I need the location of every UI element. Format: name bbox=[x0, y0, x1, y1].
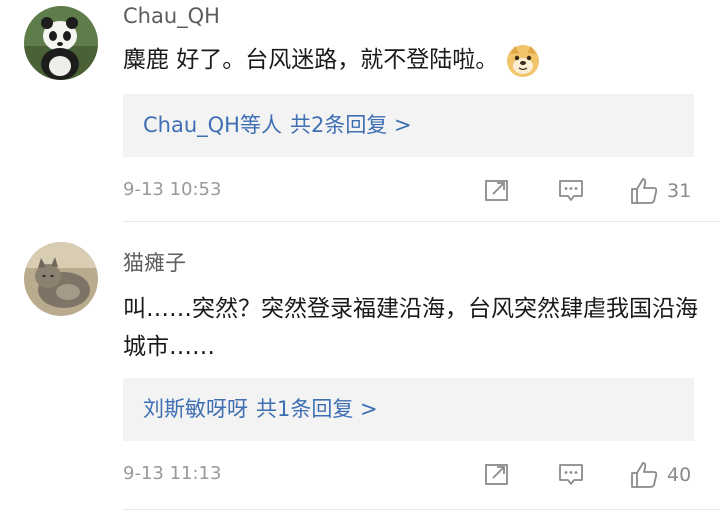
like-button[interactable]: 40 bbox=[629, 460, 691, 490]
comment-icon bbox=[559, 464, 583, 485]
thumbs-up-icon bbox=[631, 462, 658, 488]
reply-summary-link[interactable]: Chau_QH等人 共2条回复 > bbox=[123, 94, 694, 157]
comment-meta: 9-13 11:13 40 bbox=[123, 460, 700, 490]
like-count: 31 bbox=[667, 180, 692, 202]
share-icon bbox=[485, 180, 508, 201]
comment-text: 叫……突然？突然登录福建沿海，台风突然肆虐我国沿海城市…… bbox=[123, 296, 698, 360]
share-button[interactable] bbox=[483, 176, 511, 204]
reply-summary-link[interactable]: 刘斯敏呀呀 共1条回复 > bbox=[123, 378, 694, 441]
reply-users: 刘斯敏呀呀 bbox=[143, 397, 248, 421]
doge-emoji-icon bbox=[506, 44, 540, 78]
share-icon bbox=[485, 464, 508, 485]
comment-text-body: 麋鹿 好了。台风迷路，就不登陆啦。 bbox=[123, 47, 499, 73]
comment-username[interactable]: Chau_QH bbox=[123, 4, 220, 28]
share-button[interactable] bbox=[483, 460, 511, 488]
comment-icon bbox=[559, 180, 583, 201]
comment-text: 麋鹿 好了。台风迷路，就不登陆啦。 bbox=[123, 41, 700, 79]
comment-meta: 9-13 10:53 31 bbox=[123, 176, 700, 206]
avatar[interactable] bbox=[24, 6, 98, 80]
comment-item: 猫瘫子 叫……突然？突然登录福建沿海，台风突然肆虐我国沿海城市…… 刘斯敏呀呀共… bbox=[0, 223, 720, 511]
like-button[interactable]: 31 bbox=[629, 176, 691, 206]
reply-count: 共2条回复 > bbox=[289, 113, 412, 137]
reply-users: Chau_QH等人 bbox=[143, 113, 282, 137]
comment-time: 9-13 10:53 bbox=[123, 179, 222, 200]
comment-time: 9-13 11:13 bbox=[123, 463, 222, 484]
comment-username[interactable]: 猫瘫子 bbox=[123, 247, 186, 277]
reply-button[interactable] bbox=[557, 176, 585, 204]
reply-button[interactable] bbox=[557, 460, 585, 488]
divider bbox=[123, 509, 720, 510]
avatar[interactable] bbox=[24, 242, 98, 316]
like-count: 40 bbox=[667, 464, 692, 486]
comment-item: Chau_QH 麋鹿 好了。台风迷路，就不登陆啦。 Chau_QH等人 共2条回复… bbox=[0, 0, 720, 222]
thumbs-up-icon bbox=[631, 178, 658, 204]
divider bbox=[123, 221, 720, 222]
reply-count: 共1条回复 > bbox=[256, 397, 378, 421]
